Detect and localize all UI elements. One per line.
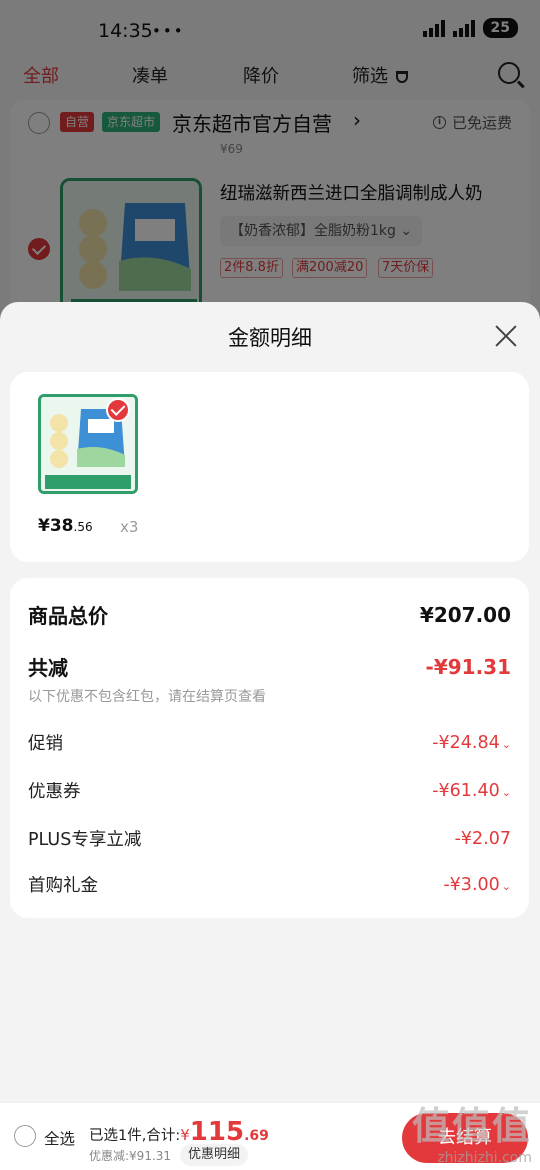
total-value: ¥207.00	[419, 602, 511, 627]
chevron-down-icon: ⌄	[501, 785, 511, 799]
total-summary: 已选1件,合计:¥115.69	[89, 1117, 269, 1147]
selected-count-label: 已选1件,合计:	[89, 1128, 181, 1144]
item-price-dec: .56	[73, 520, 93, 534]
discount-detail-button[interactable]: 优惠明细	[180, 1144, 249, 1166]
currency-symbol: ¥	[180, 1126, 190, 1144]
item-unit-price: ¥38.56	[38, 516, 93, 536]
total-label: 商品总价	[28, 604, 108, 628]
amount-dec: .69	[244, 1128, 269, 1144]
sheet-title: 金额明细	[228, 326, 312, 350]
total-row: 商品总价 ¥207.00	[28, 600, 511, 629]
first-purchase-row[interactable]: 首购礼金 -¥3.00 ⌄	[28, 872, 511, 897]
price-breakdown-card: 商品总价 ¥207.00 共减 -¥91.31 以下优惠不包含红包，请在结算页查…	[10, 578, 529, 918]
checkmark-icon	[106, 398, 130, 422]
total-amount: ¥115.69	[180, 1117, 269, 1147]
item-price-int: ¥38	[38, 516, 74, 536]
promotion-row[interactable]: 促销 -¥24.84 ⌄	[28, 730, 511, 755]
coupon-value: -¥61.40	[432, 780, 500, 801]
plus-discount-row: PLUS专享立减 -¥2.07	[28, 826, 511, 851]
promotion-value-wrap: -¥24.84 ⌄	[432, 733, 511, 753]
reduction-value: -¥91.31	[425, 654, 511, 679]
checkout-bar: 全选 已选1件,合计:¥115.69 优惠减:¥91.31 优惠明细 去结算 值…	[0, 1102, 540, 1170]
first-purchase-label: 首购礼金	[28, 876, 98, 896]
dim-overlay[interactable]	[0, 0, 540, 320]
cart-page-background: 14:35 ••• 25 全部 凑单 降价 筛选 自营 京东超市 京东超市官方自…	[0, 0, 540, 320]
first-purchase-value-wrap: -¥3.00 ⌄	[443, 875, 511, 895]
item-quantity: x3	[120, 518, 139, 536]
checkout-button[interactable]: 去结算	[402, 1113, 528, 1163]
coupon-value-wrap: -¥61.40 ⌄	[432, 781, 511, 801]
promotion-value: -¥24.84	[432, 732, 500, 753]
saved-amount: 优惠减:¥91.31	[89, 1149, 172, 1163]
amount-detail-sheet: 金额明细 ¥38.56 x3 商品总价 ¥207.00 共减 -¥91.31 以…	[0, 302, 540, 1102]
selected-items-card: ¥38.56 x3	[10, 372, 529, 562]
chevron-down-icon: ⌄	[501, 879, 511, 893]
promotion-label: 促销	[28, 734, 63, 754]
select-all-radio[interactable]	[14, 1125, 36, 1147]
discount-note: 以下优惠不包含红包，请在结算页查看	[28, 689, 266, 705]
plus-discount-label: PLUS专享立减	[28, 830, 142, 850]
select-all-label[interactable]: 全选	[44, 1127, 75, 1149]
chevron-down-icon: ⌄	[501, 737, 511, 751]
reduction-row: 共减 -¥91.31	[28, 652, 511, 681]
coupon-label: 优惠券	[28, 782, 81, 802]
plus-discount-value: -¥2.07	[454, 828, 511, 849]
close-icon[interactable]	[494, 324, 518, 348]
coupon-row[interactable]: 优惠券 -¥61.40 ⌄	[28, 778, 511, 803]
first-purchase-value: -¥3.00	[443, 874, 500, 895]
reduction-label: 共减	[28, 656, 68, 680]
amount-int: 115	[189, 1117, 245, 1147]
